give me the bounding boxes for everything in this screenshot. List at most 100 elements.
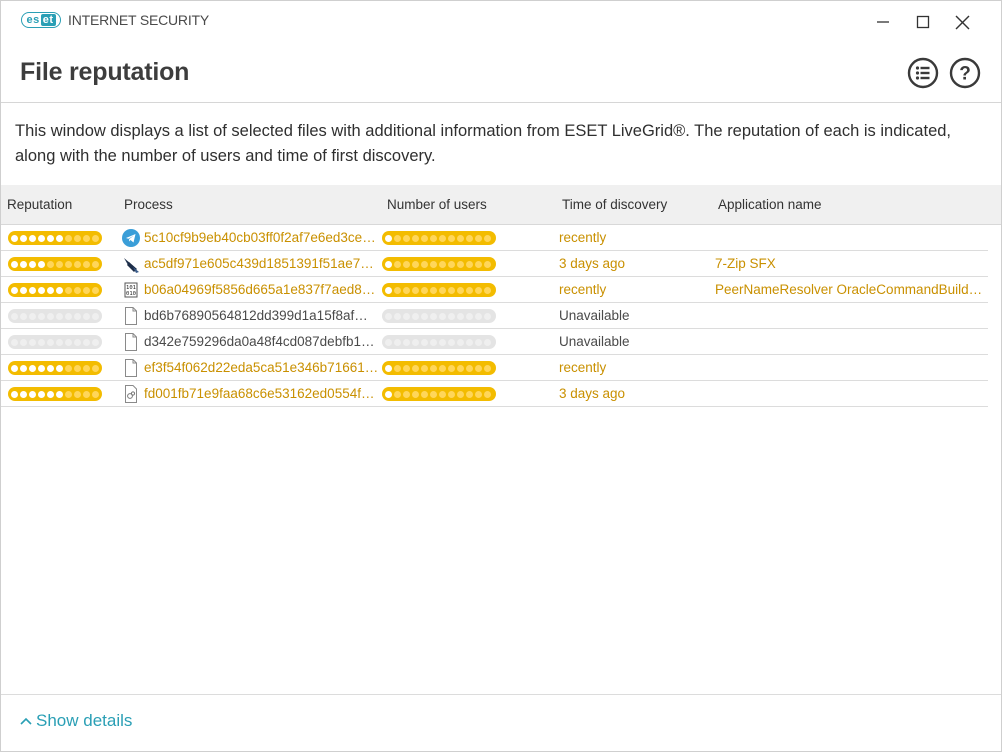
reputation-cell xyxy=(8,257,102,271)
users-dot xyxy=(475,234,482,242)
users-cell xyxy=(382,231,496,245)
users-dot xyxy=(484,364,491,372)
users-dot xyxy=(439,260,446,268)
file-reputation-window: es et INTERNET SECURITY File reputation ?… xyxy=(0,0,1002,752)
reputation-dot xyxy=(29,390,36,398)
users-dot xyxy=(403,260,410,268)
users-cell xyxy=(382,309,496,323)
reputation-dot xyxy=(92,234,99,242)
time-of-discovery: recently xyxy=(559,282,607,297)
help-button[interactable]: ? xyxy=(949,57,981,89)
reputation-dot xyxy=(83,364,90,372)
column-header-process[interactable]: Process xyxy=(124,197,173,212)
reputation-dot xyxy=(74,286,81,294)
users-dot xyxy=(385,260,392,268)
close-button[interactable] xyxy=(942,9,982,35)
users-cell xyxy=(382,387,496,401)
reputation-dot xyxy=(20,260,27,268)
reputation-dot xyxy=(92,286,99,294)
svg-text:?: ? xyxy=(959,64,971,85)
table-row[interactable]: ef3f54f062d22eda5ca51e346b71661… recently xyxy=(1,355,988,381)
installer-icon xyxy=(121,254,141,274)
table-row[interactable]: 5c10cf9b9eb40cb03ff0f2af7e6ed3ce… recentl… xyxy=(1,225,988,251)
users-dot xyxy=(385,286,392,294)
users-cell xyxy=(382,361,496,375)
table-row[interactable]: ac5df971e605c439d1851391f51ae7… 3 days ag… xyxy=(1,251,988,277)
users-dot xyxy=(385,364,392,372)
process-hash: b06a04969f5856d665a1e837f7aed8… xyxy=(144,282,376,297)
reputation-dot xyxy=(56,390,63,398)
users-dot xyxy=(475,364,482,372)
users-dot xyxy=(475,312,482,320)
reputation-indicator xyxy=(8,309,102,323)
reputation-dot xyxy=(11,390,18,398)
eset-logo: es et xyxy=(21,12,61,28)
minimize-button[interactable] xyxy=(863,9,903,35)
users-dot xyxy=(457,234,464,242)
column-header-reputation[interactable]: Reputation xyxy=(7,197,72,212)
reputation-dot xyxy=(74,312,81,320)
show-details-link[interactable]: Show details xyxy=(19,711,132,731)
users-dot xyxy=(484,312,491,320)
time-of-discovery: 3 days ago xyxy=(559,256,626,271)
process-hash: d342e759296da0a48f4cd087debfb1… xyxy=(144,334,375,349)
users-cell xyxy=(382,257,496,271)
reputation-dot xyxy=(20,338,27,346)
reputation-dot xyxy=(83,338,90,346)
users-dot xyxy=(439,234,446,242)
maximize-button[interactable] xyxy=(903,9,943,35)
reputation-dot xyxy=(65,260,72,268)
reputation-dot xyxy=(83,390,90,398)
users-indicator xyxy=(382,257,496,271)
page-title: File reputation xyxy=(20,58,190,86)
reputation-dot xyxy=(47,364,54,372)
reputation-dot xyxy=(29,364,36,372)
column-header-application-name[interactable]: Application name xyxy=(718,197,822,212)
telegram-icon xyxy=(121,228,141,248)
users-dot xyxy=(412,312,419,320)
reputation-cell xyxy=(8,231,102,245)
close-icon xyxy=(955,15,969,29)
application-name: 7-Zip SFX xyxy=(715,256,776,271)
list-view-button[interactable] xyxy=(907,57,939,89)
table-row[interactable]: d342e759296da0a48f4cd087debfb1… Unavailab… xyxy=(1,329,988,355)
users-indicator xyxy=(382,387,496,401)
reputation-dot xyxy=(74,234,81,242)
users-dot xyxy=(439,286,446,294)
reputation-indicator xyxy=(8,283,102,297)
reputation-dot xyxy=(20,312,27,320)
time-of-discovery: Unavailable xyxy=(559,308,630,323)
reputation-indicator xyxy=(8,231,102,245)
reputation-dot xyxy=(65,390,72,398)
reputation-dot xyxy=(29,312,36,320)
reputation-dot xyxy=(92,338,99,346)
users-dot xyxy=(466,234,473,242)
users-dot xyxy=(466,286,473,294)
users-dot xyxy=(448,234,455,242)
users-dot xyxy=(484,286,491,294)
users-dot xyxy=(385,312,392,320)
reputation-dot xyxy=(38,312,45,320)
reputation-dot xyxy=(29,234,36,242)
reputation-indicator xyxy=(8,335,102,349)
users-dot xyxy=(466,312,473,320)
users-dot xyxy=(412,390,419,398)
users-dot xyxy=(448,286,455,294)
table-row[interactable]: 101 010 b06a04969f5856d665a1e837f7aed8… rec… xyxy=(1,277,988,303)
table-row[interactable]: bd6b76890564812dd399d1a15f8af… Unavailabl… xyxy=(1,303,988,329)
reputation-dot xyxy=(65,234,72,242)
column-header-number-of-users[interactable]: Number of users xyxy=(387,197,487,212)
reputation-dot xyxy=(65,312,72,320)
application-name: PeerNameResolver OracleCommandBuilder… xyxy=(715,282,987,297)
users-dot xyxy=(430,364,437,372)
reputation-dot xyxy=(56,260,63,268)
title-bar[interactable]: es et INTERNET SECURITY xyxy=(1,1,1001,43)
reputation-dot xyxy=(92,390,99,398)
time-of-discovery: recently xyxy=(559,360,607,375)
reputation-dot xyxy=(20,390,27,398)
table-row[interactable]: fd001fb71e9faa68c6e53162ed0554f… 3 days a… xyxy=(1,381,988,407)
users-dot xyxy=(412,364,419,372)
reputation-dot xyxy=(47,390,54,398)
time-of-discovery: recently xyxy=(559,230,607,245)
column-header-time-of-discovery[interactable]: Time of discovery xyxy=(562,197,667,212)
